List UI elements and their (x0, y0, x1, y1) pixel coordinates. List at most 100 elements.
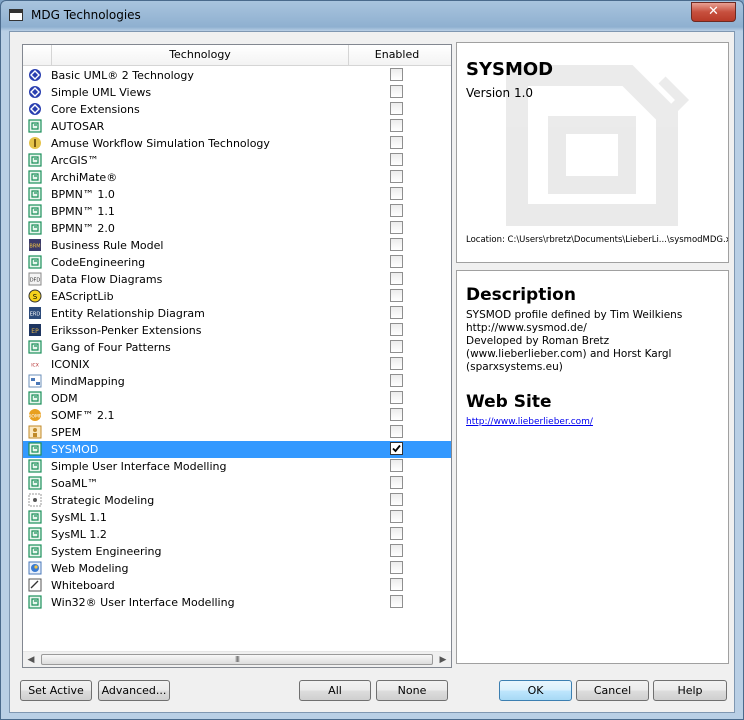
enabled-checkbox[interactable] (390, 357, 403, 370)
enabled-checkbox[interactable] (390, 442, 403, 455)
technology-row[interactable]: Simple User Interface Modelling (23, 458, 451, 475)
enabled-checkbox[interactable] (390, 340, 403, 353)
scrollbar-thumb[interactable]: III (41, 654, 433, 665)
enabled-checkbox[interactable] (390, 68, 403, 81)
technology-row[interactable]: SOMF SOMF™ 2.1 (23, 407, 451, 424)
enabled-checkbox[interactable] (390, 272, 403, 285)
technology-row[interactable]: CodeEngineering (23, 254, 451, 271)
mdg-icon (28, 340, 42, 354)
horizontal-scrollbar[interactable]: ◀ III ▶ (23, 651, 451, 667)
technology-name-label: Simple User Interface Modelling (51, 460, 227, 473)
window-title: MDG Technologies (31, 8, 141, 22)
technology-row[interactable]: ODM (23, 390, 451, 407)
technology-list[interactable]: Technology Enabled Basic UML® 2 Technolo… (22, 44, 452, 668)
technology-row[interactable]: BRM Business Rule Model (23, 237, 451, 254)
technology-row[interactable]: SPEM (23, 424, 451, 441)
technology-row[interactable]: Simple UML Views (23, 84, 451, 101)
technology-row[interactable]: System Engineering (23, 543, 451, 560)
enabled-checkbox[interactable] (390, 544, 403, 557)
ok-button[interactable]: OK (499, 680, 572, 701)
technology-row[interactable]: ArcGIS™ (23, 152, 451, 169)
technology-row[interactable]: EP Eriksson-Penker Extensions (23, 322, 451, 339)
title-bar[interactable]: MDG Technologies ✕ (1, 1, 743, 31)
technology-row[interactable]: SYSMOD (23, 441, 451, 458)
description-line: (www.lieberlieber.com) and Horst Kargl (466, 348, 672, 360)
set-active-button[interactable]: Set Active (20, 680, 92, 701)
technology-row[interactable]: BPMN™ 1.0 (23, 186, 451, 203)
mdg-technologies-window: MDG Technologies ✕ Technology Enabled Ba… (0, 0, 744, 720)
technology-row[interactable]: DFD Data Flow Diagrams (23, 271, 451, 288)
description-text: SYSMOD profile defined by Tim Weilkiens … (466, 309, 716, 374)
enabled-checkbox[interactable] (390, 187, 403, 200)
enabled-checkbox[interactable] (390, 255, 403, 268)
scroll-left-icon[interactable]: ◀ (23, 652, 39, 667)
enabled-checkbox[interactable] (390, 170, 403, 183)
technology-name-label: BPMN™ 2.0 (51, 222, 115, 235)
enabled-checkbox[interactable] (390, 119, 403, 132)
technology-row[interactable]: Basic UML® 2 Technology (23, 67, 451, 84)
mdg-icon (28, 221, 42, 235)
all-button[interactable]: All (299, 680, 371, 701)
technology-row[interactable]: Core Extensions (23, 101, 451, 118)
technology-name-label: Simple UML Views (51, 86, 152, 99)
column-header-enabled[interactable]: Enabled (349, 45, 445, 65)
technology-row[interactable]: SysML 1.2 (23, 526, 451, 543)
technology-row[interactable]: Win32® User Interface Modelling (23, 594, 451, 611)
enabled-checkbox[interactable] (390, 408, 403, 421)
enabled-checkbox[interactable] (390, 493, 403, 506)
enabled-checkbox[interactable] (390, 578, 403, 591)
enabled-checkbox[interactable] (390, 476, 403, 489)
enabled-checkbox[interactable] (390, 595, 403, 608)
description-line: SYSMOD profile defined by Tim Weilkiens (466, 309, 683, 321)
technology-row[interactable]: MindMapping (23, 373, 451, 390)
enabled-checkbox[interactable] (390, 238, 403, 251)
close-button[interactable]: ✕ (691, 2, 736, 22)
enabled-checkbox[interactable] (390, 459, 403, 472)
enabled-checkbox[interactable] (390, 136, 403, 149)
enabled-checkbox[interactable] (390, 425, 403, 438)
enabled-checkbox[interactable] (390, 527, 403, 540)
help-button[interactable]: Help (653, 680, 727, 701)
technology-row[interactable]: ICX ICONIX (23, 356, 451, 373)
enabled-checkbox[interactable] (390, 374, 403, 387)
technology-row[interactable]: Whiteboard (23, 577, 451, 594)
none-button[interactable]: None (376, 680, 448, 701)
svg-text:ICX: ICX (31, 363, 39, 369)
technology-row[interactable]: BPMN™ 1.1 (23, 203, 451, 220)
technology-row[interactable]: AUTOSAR (23, 118, 451, 135)
description-line: http://www.sysmod.de/ (466, 322, 587, 334)
enabled-checkbox[interactable] (390, 323, 403, 336)
website-link[interactable]: http://www.lieberlieber.com/ (466, 417, 593, 427)
enabled-checkbox[interactable] (390, 391, 403, 404)
technology-row[interactable]: ArchiMate® (23, 169, 451, 186)
enabled-checkbox[interactable] (390, 221, 403, 234)
technology-name-label: MindMapping (51, 375, 125, 388)
enabled-checkbox[interactable] (390, 204, 403, 217)
enabled-checkbox[interactable] (390, 85, 403, 98)
enabled-checkbox[interactable] (390, 561, 403, 574)
enabled-checkbox[interactable] (390, 153, 403, 166)
cancel-button[interactable]: Cancel (576, 680, 649, 701)
technology-row[interactable]: ERD Entity Relationship Diagram (23, 305, 451, 322)
technology-row[interactable]: BPMN™ 2.0 (23, 220, 451, 237)
mdg-icon (28, 187, 42, 201)
technology-row[interactable]: Amuse Workflow Simulation Technology (23, 135, 451, 152)
scroll-right-icon[interactable]: ▶ (435, 652, 451, 667)
technology-row[interactable]: Web Modeling (23, 560, 451, 577)
technology-row[interactable]: Strategic Modeling (23, 492, 451, 509)
technology-row[interactable]: SoaML™ (23, 475, 451, 492)
technology-row[interactable]: SysML 1.1 (23, 509, 451, 526)
technology-version: Version 1.0 (466, 86, 534, 100)
column-header-technology[interactable]: Technology (52, 45, 349, 65)
technology-row[interactable]: Gang of Four Patterns (23, 339, 451, 356)
enabled-checkbox[interactable] (390, 289, 403, 302)
mdg-icon (28, 255, 42, 269)
advanced-button[interactable]: Advanced... (98, 680, 170, 701)
enabled-checkbox[interactable] (390, 102, 403, 115)
technology-row[interactable]: S EAScriptLib (23, 288, 451, 305)
technology-name-label: SoaML™ (51, 477, 99, 490)
somf-icon: SOMF (28, 408, 42, 422)
enabled-checkbox[interactable] (390, 510, 403, 523)
enabled-checkbox[interactable] (390, 306, 403, 319)
technology-name-label: Web Modeling (51, 562, 129, 575)
